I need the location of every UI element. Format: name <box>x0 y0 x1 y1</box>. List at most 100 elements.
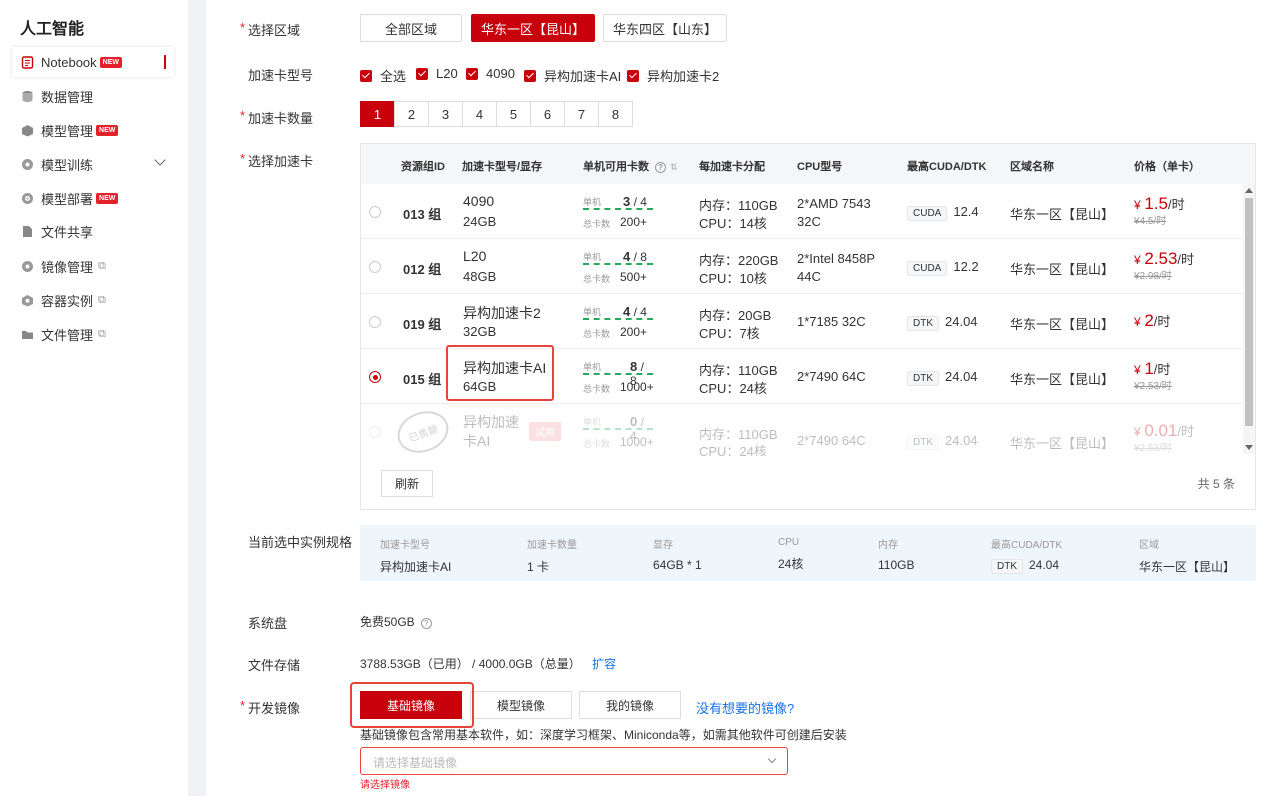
checkbox-select-all[interactable]: 全选 <box>360 66 406 85</box>
dtk-version: DTK 24.04 <box>907 433 978 450</box>
sidebar-item-label: 数据管理 <box>41 89 94 105</box>
card-name: 异构加速卡AI <box>463 414 519 449</box>
region-name: 华东一区【昆山】 <box>1010 372 1115 387</box>
sidebar-item-training[interactable]: 模型训练 <box>12 149 174 179</box>
region-name: 华东一区【昆山】 <box>1010 207 1115 222</box>
base-image-select[interactable]: 请选择基础镜像 <box>360 747 788 775</box>
table-row[interactable]: 019 组 异构加速卡2 32GB 单机 4 / 4 总卡数 200+ 内存：20G… <box>361 294 1243 349</box>
cpu-alloc: CPU：24核 <box>699 444 767 456</box>
region-east1-button[interactable]: 华东一区【昆山】 <box>471 14 595 42</box>
row-radio[interactable] <box>369 316 381 328</box>
count-option[interactable]: 6 <box>530 101 565 127</box>
cpu-model: 1*7185 32C <box>797 314 866 329</box>
model-image-tab[interactable]: 模型镜像 <box>470 691 572 719</box>
count-option[interactable]: 3 <box>428 101 463 127</box>
refresh-button[interactable]: 刷新 <box>381 470 433 497</box>
table-row[interactable]: 013 组 4090 24GB 单机 3 / 4 总卡数 200+ 内存：110GB… <box>361 184 1243 239</box>
row-radio[interactable] <box>369 371 381 383</box>
database-icon <box>20 89 34 103</box>
sidebar-item-files[interactable]: 文件管理 ⧉ <box>12 319 174 349</box>
cpu-model: 2*AMD 7543 32C <box>797 196 871 229</box>
count-option[interactable]: 1 <box>360 101 395 127</box>
sidebar-item-label: 文件管理 <box>41 327 94 343</box>
spec-summary: 加速卡型号 异构加速卡AI 加速卡数量 1 卡 显存 64GB * 1 CPU 24核 … <box>360 525 1256 581</box>
cpu-alloc: CPU：14核 <box>699 216 767 231</box>
count-option[interactable]: 5 <box>496 101 531 127</box>
table-scrollbar[interactable] <box>1243 184 1255 454</box>
help-icon[interactable]: ? <box>655 162 666 173</box>
checkbox-hetero-ai[interactable]: 异构加速卡AI <box>524 66 621 85</box>
region-east4-button[interactable]: 华东四区【山东】 <box>603 14 727 42</box>
count-option[interactable]: 8 <box>598 101 633 127</box>
cpu-alloc: CPU：10核 <box>699 271 767 286</box>
cpu-model: 2*7490 64C <box>797 433 866 448</box>
price: ¥ 1/时 ¥2.53/时 <box>1134 359 1172 392</box>
sidebar-item-data[interactable]: 数据管理 <box>12 81 174 111</box>
sidebar-item-deploy[interactable]: 模型部署 NEW <box>12 183 174 213</box>
spec-dtk: 最高CUDA/DTK DTK 24.04 <box>991 540 1063 574</box>
memory-alloc: 内存：110GB <box>699 198 778 213</box>
region-label: * 选择区域 <box>240 20 301 38</box>
checkbox-icon <box>466 67 478 80</box>
count-option[interactable]: 4 <box>462 101 497 127</box>
spec-cpu: CPU 24核 <box>778 537 804 571</box>
cuda-version: CUDA 12.2 <box>907 259 979 276</box>
table-row[interactable]: 012 组 L20 48GB 单机 4 / 8 总卡数 500+ 内存：220GB … <box>361 239 1243 294</box>
storage-label: 文件存储 <box>248 658 301 673</box>
new-badge: NEW <box>96 124 119 136</box>
sidebar-item-images[interactable]: 镜像管理 ⧉ <box>12 251 174 281</box>
card-name: 异构加速卡2 <box>463 305 541 321</box>
scroll-thumb[interactable] <box>1245 198 1253 426</box>
error-message: 请选择镜像 <box>360 780 410 791</box>
region-name: 华东一区【昆山】 <box>1010 317 1115 332</box>
checkbox-l20[interactable]: L20 <box>416 66 458 81</box>
external-link-icon: ⧉ <box>98 293 106 306</box>
container-icon <box>20 293 34 307</box>
main-panel: * 选择区域 全部区域 华东一区【昆山】 华东四区【山东】 加速卡型号 全选 L2… <box>206 0 1280 796</box>
brain-icon <box>20 157 34 171</box>
row-radio[interactable] <box>369 261 381 273</box>
sidebar-item-containers[interactable]: 容器实例 ⧉ <box>12 285 174 315</box>
spec-memory: 内存 110GB <box>878 540 915 572</box>
sort-icon[interactable]: ⇅ <box>670 162 678 172</box>
card-count-label: * 加速卡数量 <box>240 108 314 126</box>
row-radio[interactable] <box>369 206 381 218</box>
col-header[interactable]: 单机可用卡数? ⇅ <box>583 158 678 174</box>
sidebar-item-models[interactable]: 模型管理 NEW <box>12 115 174 145</box>
row-radio <box>369 426 381 438</box>
select-placeholder: 请选择基础镜像 <box>373 756 458 770</box>
card-memory: 24GB <box>463 214 497 229</box>
deploy-icon <box>20 191 34 205</box>
sidebar-item-notebook[interactable]: Notebook NEW <box>12 47 174 77</box>
scroll-down-arrow-icon[interactable] <box>1245 445 1253 450</box>
col-header: 价格（单卡） <box>1134 161 1200 173</box>
no-image-link[interactable]: 没有想要的镜像? <box>696 698 794 717</box>
external-link-icon: ⧉ <box>98 259 106 272</box>
chevron-down-icon[interactable] <box>154 154 166 166</box>
memory-alloc: 内存：20GB <box>699 308 772 323</box>
count-option[interactable]: 7 <box>564 101 599 127</box>
price: ¥ 2/时 <box>1134 311 1171 330</box>
count-option[interactable]: 2 <box>394 101 429 127</box>
checkbox-hetero-2[interactable]: 异构加速卡2 <box>627 66 719 85</box>
region-all-button[interactable]: 全部区域 <box>360 14 462 42</box>
sidebar-item-label: 文件共享 <box>41 224 94 240</box>
card-type-label: 加速卡型号 <box>248 68 314 83</box>
sidebar-brand: 人工智能 <box>20 21 85 38</box>
folder-icon <box>20 327 34 341</box>
col-header: 加速卡型号/显存 <box>462 161 543 173</box>
checkbox-4090[interactable]: 4090 <box>466 66 515 81</box>
my-image-tab[interactable]: 我的镜像 <box>579 691 681 719</box>
help-icon[interactable]: ? <box>420 618 432 629</box>
total-count: 共 5 条 <box>1197 477 1235 491</box>
new-badge: NEW <box>96 192 119 204</box>
scroll-up-arrow-icon[interactable] <box>1245 188 1253 193</box>
dtk-version: DTK 24.04 <box>907 314 978 331</box>
card-memory: 48GB <box>463 269 497 284</box>
active-indicator <box>164 55 166 69</box>
chevron-down-icon <box>767 754 777 764</box>
checkbox-icon <box>627 69 639 82</box>
expand-link[interactable]: 扩容 <box>592 657 616 671</box>
highlight-box <box>446 345 554 401</box>
sidebar-item-file-share[interactable]: 文件共享 <box>12 216 174 246</box>
